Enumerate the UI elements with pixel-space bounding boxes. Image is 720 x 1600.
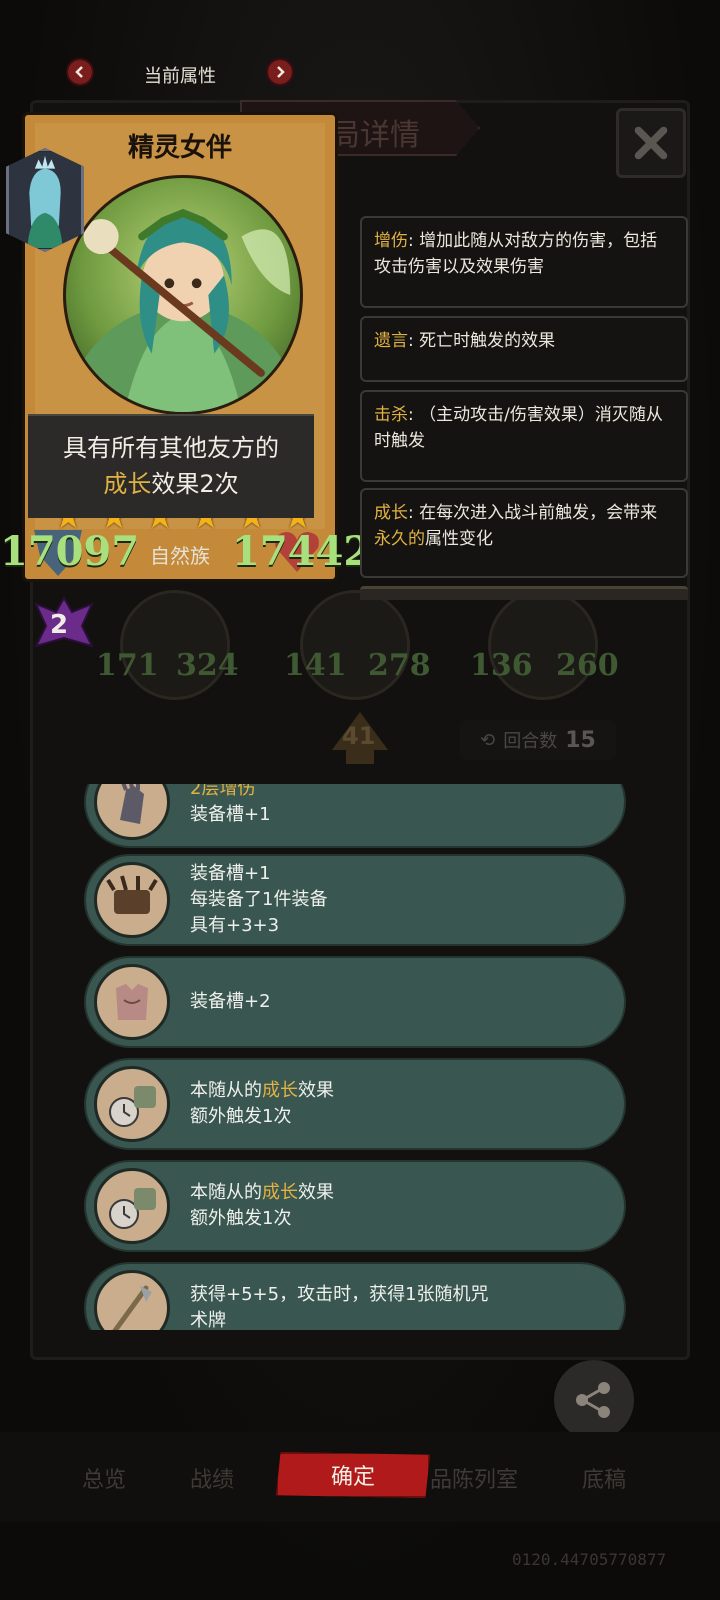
tab-overview[interactable]: 总览 (82, 1462, 126, 1494)
clock-gauntlet-icon (94, 1168, 170, 1244)
ability-line: 本随从的成长效果 (190, 1078, 604, 1104)
ability-line: 术牌 (190, 1310, 226, 1330)
ability-fragment: 本随从的 (190, 1080, 262, 1101)
description-line: 具有所有其他友方的 (63, 434, 279, 462)
ability-line: 本随从的成长效果 (190, 1180, 604, 1206)
rounds-label: 回合数 (503, 731, 558, 752)
hero-portrait (6, 148, 84, 252)
card-tribe: 自然族 (150, 544, 210, 568)
card-name: 精灵女伴 (127, 133, 232, 163)
chevron-right-icon (277, 66, 285, 78)
level-value: 41 (342, 722, 376, 750)
minion-portrait[interactable] (488, 590, 598, 700)
close-icon (634, 126, 668, 160)
ability-line: 装备槽+2 (190, 991, 271, 1012)
minion-health: 260 (556, 648, 619, 683)
minion-attack: 171 (96, 648, 159, 683)
minion-portrait[interactable] (120, 590, 230, 700)
keyword-growth: 成长 (262, 1182, 298, 1203)
ability-text: 获得+5+5，攻击时，获得1张随机咒 术牌 (190, 1264, 604, 1330)
rounds-value: 15 (565, 727, 596, 753)
keyword-definition: : （主动攻击/伤害效果）消灭随从时触发 (374, 405, 663, 451)
tier-value: 2 (50, 610, 69, 640)
ability-text: 装备槽+2 (190, 958, 604, 1046)
clock-gauntlet-icon (94, 1066, 170, 1142)
card-attack: 17097 (0, 528, 140, 575)
minion-portrait[interactable] (300, 590, 410, 700)
keyword-tooltip: 增伤: 增加此随从对敌方的伤害，包括攻击伤害以及效果伤害 (360, 216, 688, 308)
rounds-counter: ⟲ 回合数 15 (460, 720, 616, 760)
page-title: 当前属性 (144, 66, 216, 87)
ability-fragment: 效果 (298, 1182, 334, 1203)
tab-draft[interactable]: 底稿 (582, 1462, 626, 1494)
keyword-highlight: 永久的 (374, 529, 425, 549)
minion-health: 278 (368, 648, 431, 683)
keyword-definition: : 在每次进入战斗前触发，会带来 (408, 503, 658, 523)
close-button[interactable] (616, 108, 686, 178)
minion-attack: 141 (284, 648, 347, 683)
keyword-term: 成长 (374, 503, 408, 523)
chevron-left-icon (75, 66, 83, 78)
ability-item[interactable]: 装备槽+1 每装备了1件装备 具有+3+3 (84, 854, 626, 946)
ability-item[interactable]: 装备槽+2 (84, 956, 626, 1048)
minion-health: 324 (176, 648, 239, 683)
ability-item[interactable]: 获得+5+5，攻击时，获得1张随机咒 术牌 (84, 1262, 626, 1330)
keyword-tooltip: 成长: 在每次进入战斗前触发，会带来永久的属性变化 (360, 488, 688, 578)
ability-line: 额外触发1次 (190, 1106, 292, 1127)
keyword-definition: : 增加此随从对敌方的伤害，包括攻击伤害以及效果伤害 (374, 231, 658, 277)
ability-line: 获得+5+5，攻击时，获得1张随机咒 (190, 1284, 489, 1305)
panel-title: 局详情 (330, 118, 420, 153)
tab-gallery[interactable]: 品陈列室 (430, 1462, 518, 1494)
keyword-growth: 成长 (103, 470, 152, 498)
ability-line: 具有+3+3 (190, 915, 280, 936)
ability-item[interactable]: 本随从的成长效果 额外触发1次 (84, 1160, 626, 1252)
minion-attack: 136 (470, 648, 533, 683)
card-artwork (63, 175, 303, 415)
next-button[interactable] (266, 58, 294, 86)
attribute-header: 当前属性 (0, 58, 360, 94)
fairy-illustration (66, 208, 300, 412)
ability-text: 本随从的成长效果 额外触发1次 (190, 1060, 604, 1148)
card-description: 具有所有其他友方的 成长效果2次 (28, 430, 314, 502)
confirm-button[interactable]: 确定 (276, 1452, 430, 1498)
gauntlet-icon (94, 784, 170, 840)
keyword-term: 遗言 (374, 331, 408, 351)
ability-fragment: 本随从的 (190, 1182, 262, 1203)
ability-line: 额外触发1次 (190, 1208, 292, 1229)
ability-item[interactable]: 2层增伤 装备槽+1 (84, 784, 626, 848)
staff-icon (94, 1270, 170, 1330)
ability-line: 装备槽+1 (190, 804, 271, 825)
keyword-growth: 成长 (262, 1080, 298, 1101)
ability-text: 本随从的成长效果 额外触发1次 (190, 1162, 604, 1250)
leather-armor-icon (94, 964, 170, 1040)
card-description-box: 具有所有其他友方的 成长效果2次 (28, 414, 314, 518)
spiked-bracer-icon (94, 862, 170, 938)
refresh-icon: ⟲ (480, 729, 496, 751)
ability-text: 装备槽+1 每装备了1件装备 具有+3+3 (190, 856, 604, 944)
ability-item[interactable]: 本随从的成长效果 额外触发1次 (84, 1058, 626, 1150)
keyword-term: 击杀 (374, 405, 408, 425)
description-line: 成长效果2次 (28, 466, 314, 502)
share-button[interactable] (554, 1360, 634, 1440)
ability-text: 2层增伤 装备槽+1 (190, 784, 604, 846)
ability-line: 每装备了1件装备 (190, 889, 328, 910)
keyword-definition: 属性变化 (425, 529, 493, 549)
keyword-term: 增伤 (374, 231, 408, 251)
prev-button[interactable] (66, 58, 94, 86)
ability-line: 2层增伤 (190, 784, 256, 799)
keyword-tooltip-stub (360, 586, 688, 600)
ice-queen-illustration (9, 152, 81, 248)
ability-line: 装备槽+1 (190, 863, 271, 884)
keyword-definition: : 死亡时触发的效果 (408, 331, 556, 351)
card-health: 17442 (232, 528, 372, 575)
share-icon (576, 1382, 610, 1418)
ability-fragment: 效果 (298, 1080, 334, 1101)
keyword-tooltip: 遗言: 死亡时触发的效果 (360, 316, 688, 382)
tab-record[interactable]: 战绩 (190, 1462, 234, 1494)
coordinate-readout: 0120.44705770877 (512, 1550, 667, 1569)
ability-list[interactable]: 2层增伤 装备槽+1 装备槽+1 每装备了1件装备 具有+3+3 装备槽+2 本… (84, 784, 628, 1330)
keyword-tooltip: 击杀: （主动攻击/伤害效果）消灭随从时触发 (360, 390, 688, 482)
description-text: 效果2次 (151, 470, 239, 498)
